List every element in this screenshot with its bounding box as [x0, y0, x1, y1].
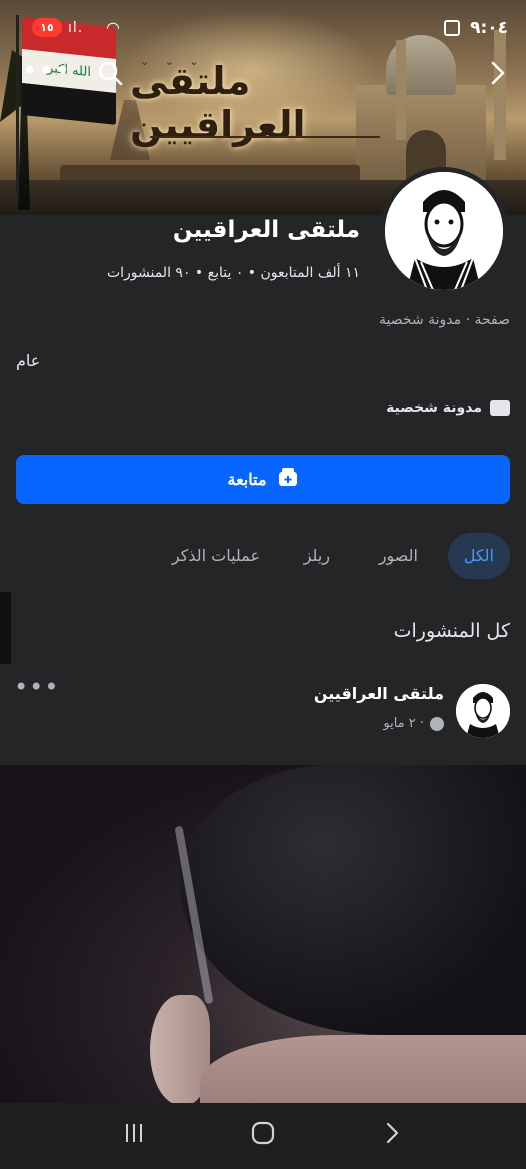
wifi-icon: ◠ — [106, 18, 120, 37]
post-video[interactable] — [0, 765, 526, 1103]
detail-row-blog: مدونة شخصية — [386, 400, 510, 416]
section-title: كل المنشورات — [393, 620, 510, 642]
page-stats[interactable]: ١١ ألف المتابعون • ٠ يتابع • ٩٠ المنشورا… — [107, 265, 360, 281]
more-icon[interactable]: ••• — [22, 58, 71, 84]
blog-icon — [490, 400, 510, 416]
media-hair — [180, 765, 526, 1035]
signal-icon: ıl. — [68, 20, 84, 36]
search-icon[interactable] — [96, 59, 124, 87]
cover-title-underline — [150, 136, 380, 138]
profile-tabs: الكل الصور ريلز عمليات الذكر — [0, 533, 526, 581]
post-meta: ٢ مايو · — [383, 716, 444, 731]
post-avatar[interactable] — [456, 684, 510, 738]
post-more-icon[interactable]: ••• — [14, 675, 59, 699]
globe-icon — [430, 716, 444, 731]
battery-indicator: ١٥ — [32, 18, 62, 37]
post-author[interactable]: ملتقى العراقيين — [314, 684, 444, 703]
back-icon[interactable] — [484, 59, 512, 87]
detail-label: مدونة شخصية — [386, 400, 482, 416]
status-time: ٩:٠٤ — [470, 18, 508, 38]
top-actions: ••• — [0, 55, 526, 95]
tab-mentions[interactable]: عمليات الذكر — [172, 533, 260, 579]
post-date: ٢ مايو · — [383, 716, 424, 731]
about-text: عام — [16, 351, 41, 370]
follow-label: متابعة — [227, 471, 267, 489]
system-nav-bar — [0, 1103, 526, 1169]
page-name: ملتقى العراقيين — [172, 217, 360, 243]
page-category: صفحة · مدونة شخصية — [379, 312, 510, 328]
screenshot-icon — [444, 20, 460, 36]
status-bar: ٩:٠٤ ١٥ ıl. ◠ — [0, 0, 526, 55]
back-nav-icon[interactable] — [372, 1121, 412, 1151]
edge-handle[interactable] — [0, 592, 11, 664]
tab-photos[interactable]: الصور — [379, 533, 418, 579]
tab-reels[interactable]: ريلز — [304, 533, 330, 579]
home-icon[interactable] — [243, 1120, 283, 1152]
post-header: ملتقى العراقيين ٢ مايو · ••• — [0, 675, 526, 742]
follow-add-icon — [277, 466, 299, 493]
tab-all[interactable]: الكل — [447, 533, 510, 579]
recent-apps-icon[interactable] — [114, 1121, 154, 1151]
profile-avatar[interactable] — [380, 167, 508, 295]
avatar-image — [385, 172, 503, 290]
media-face — [200, 1035, 526, 1103]
follow-button[interactable]: متابعة — [16, 455, 510, 504]
